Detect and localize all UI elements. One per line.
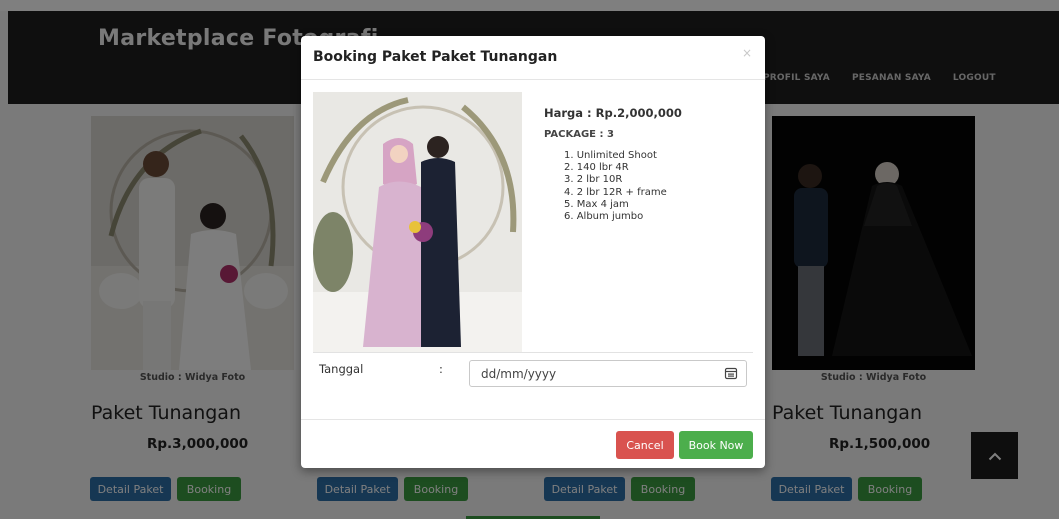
package-price: Harga : Rp.2,000,000: [544, 106, 682, 120]
divider: [301, 419, 765, 420]
divider: [313, 352, 753, 353]
booking-modal: Booking Paket Paket Tunangan × Harga : R…: [301, 36, 765, 468]
close-icon[interactable]: ×: [742, 46, 752, 60]
package-number: PACKAGE : 3: [544, 129, 614, 140]
date-label: Tanggal: [319, 362, 364, 376]
package-photo: [313, 92, 522, 352]
calendar-icon[interactable]: [724, 366, 738, 380]
book-now-button[interactable]: Book Now: [679, 431, 753, 459]
list-item: 2. 140 lbr 4R: [564, 162, 629, 174]
modal-header: Booking Paket Paket Tunangan ×: [301, 36, 765, 80]
cancel-button[interactable]: Cancel: [616, 431, 674, 459]
package-details: Harga : Rp.2,000,000 PACKAGE : 3 1. Unli…: [544, 106, 754, 223]
list-item: 6. Album jumbo: [564, 211, 644, 223]
list-item: 4. 2 lbr 12R + frame: [564, 186, 667, 198]
date-input-placeholder: dd/mm/yyyy: [481, 367, 557, 381]
date-input[interactable]: dd/mm/yyyy: [469, 360, 747, 387]
date-colon: :: [439, 362, 443, 376]
list-item: 3. 2 lbr 10R: [564, 174, 623, 186]
list-item: 5. Max 4 jam: [564, 198, 629, 210]
list-item: 1. Unlimited Shoot: [564, 150, 657, 161]
package-items: 1. Unlimited Shoot 2. 140 lbr 4R 3. 2 lb…: [544, 150, 754, 223]
modal-title: Booking Paket Paket Tunangan: [313, 49, 558, 65]
